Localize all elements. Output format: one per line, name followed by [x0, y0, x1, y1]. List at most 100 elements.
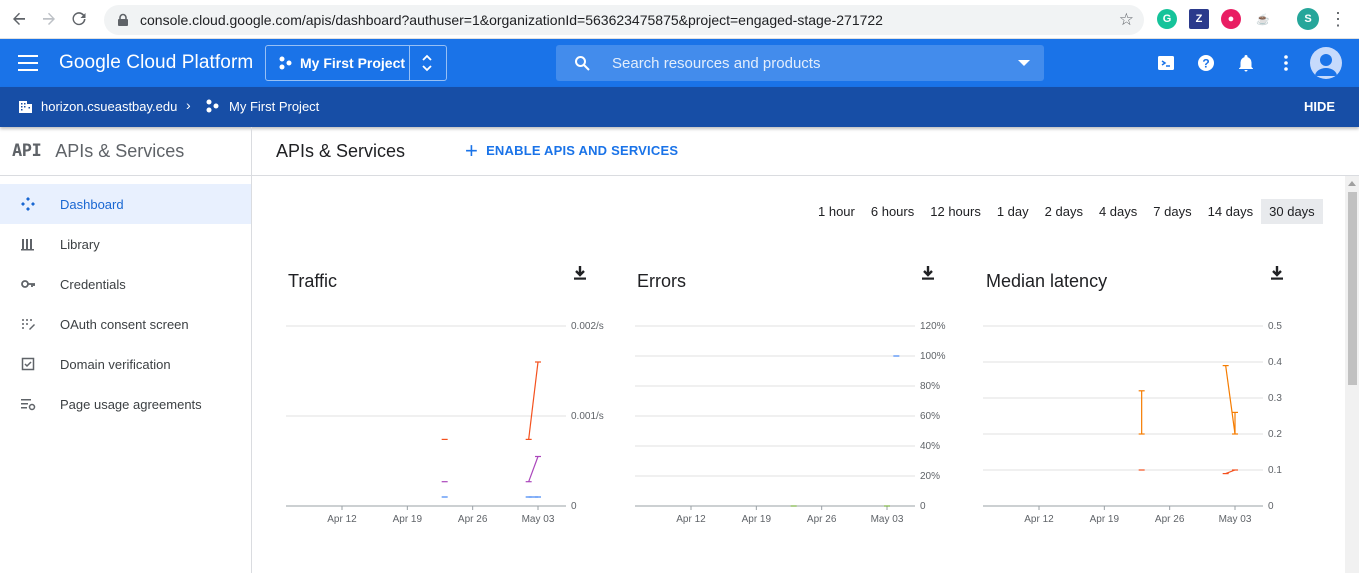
notifications-bell-icon[interactable] [1236, 53, 1256, 73]
bookmark-star-icon[interactable]: ☆ [1119, 10, 1134, 30]
url-text: console.cloud.google.com/apis/dashboard?… [140, 12, 883, 28]
grammarly-extension-icon[interactable]: G [1157, 9, 1177, 29]
x-tick-label: May 03 [1219, 514, 1252, 525]
y-tick-label: 0.3 [1268, 393, 1282, 404]
time-range-selector: 1 hour 6 hours 12 hours 1 day 2 days 4 days 7 … [810, 199, 1323, 224]
sidebar-item-label: Credentials [60, 276, 126, 292]
search-input[interactable] [612, 54, 992, 72]
range-option[interactable]: 30 days [1261, 199, 1323, 224]
sidebar-nav: Dashboard Library Credentials OAuth cons… [0, 184, 251, 424]
traffic-chart: 0.002/s 0.001/s 0 Apr 12 Apr 19 Apr 26 May 03 [286, 316, 616, 536]
x-tick-label: Apr 12 [1024, 514, 1054, 525]
cup-extension-icon[interactable]: ☕ [1253, 9, 1273, 29]
sidebar: API APIs & Services Dashboard Library Cr… [0, 127, 252, 573]
dashboard-icon [21, 197, 35, 211]
enable-apis-button[interactable]: + ENABLE APIS AND SERVICES [465, 139, 678, 161]
project-icon [279, 56, 292, 70]
oauth-icon [22, 319, 35, 330]
hamburger-menu-icon[interactable] [18, 55, 38, 71]
z-extension-icon[interactable]: Z [1189, 9, 1209, 29]
download-icon[interactable] [573, 265, 587, 281]
series-line [1225, 365, 1236, 435]
search-dropdown-icon[interactable] [1018, 60, 1030, 66]
cloud-shell-icon[interactable] [1156, 53, 1176, 73]
breadcrumb-chevron-icon: › [186, 97, 191, 113]
sidebar-item-page-usage[interactable]: Page usage agreements [0, 384, 251, 424]
range-option[interactable]: 6 hours [863, 199, 922, 224]
page-title: APIs & Services [276, 141, 406, 161]
range-option[interactable]: 14 days [1200, 199, 1262, 224]
organization-bar: horizon.csueastbay.edu › My First Projec… [0, 87, 1359, 127]
sidebar-item-label: Dashboard [60, 196, 124, 212]
range-option[interactable]: 4 days [1091, 199, 1145, 224]
sidebar-header: API APIs & Services [0, 127, 251, 176]
address-bar[interactable]: console.cloud.google.com/apis/dashboard?… [104, 5, 1144, 35]
sidebar-item-label: Library [60, 236, 100, 252]
scroll-up-icon[interactable] [1348, 181, 1356, 186]
sidebar-item-domain-verification[interactable]: Domain verification [0, 344, 251, 384]
y-tick-label: 100% [920, 351, 946, 362]
range-option[interactable]: 7 days [1145, 199, 1199, 224]
key-icon [21, 280, 35, 288]
x-tick-label: Apr 19 [1090, 514, 1120, 525]
x-tick-label: May 03 [522, 514, 555, 525]
project-selector-label: My First Project [300, 55, 406, 71]
search-bar[interactable] [556, 45, 1044, 81]
y-tick-label: 0.1 [1268, 465, 1282, 476]
project-selector[interactable]: My First Project [265, 45, 447, 81]
y-tick-label: 40% [920, 441, 940, 452]
sidebar-item-library[interactable]: Library [0, 224, 251, 264]
browser-menu-icon[interactable]: ⋮ [1329, 9, 1347, 30]
x-tick-label: Apr 26 [807, 514, 837, 525]
reload-icon[interactable] [64, 4, 94, 34]
range-option[interactable]: 2 days [1037, 199, 1091, 224]
sidebar-item-credentials[interactable]: Credentials [0, 264, 251, 304]
range-option[interactable]: 1 day [989, 199, 1037, 224]
y-tick-label: 0 [571, 501, 577, 512]
x-tick-label: Apr 19 [393, 514, 423, 525]
breadcrumb-project[interactable]: My First Project [229, 99, 319, 114]
forward-icon[interactable] [34, 4, 64, 34]
y-tick-label: 0.5 [1268, 321, 1282, 332]
x-tick-label: Apr 12 [676, 514, 706, 525]
series-line [1225, 469, 1236, 475]
download-icon[interactable] [1270, 265, 1284, 281]
organization-name[interactable]: horizon.csueastbay.edu [41, 99, 177, 114]
download-icon[interactable] [921, 265, 935, 281]
y-tick-label: 20% [920, 471, 940, 482]
x-tick-label: Apr 26 [458, 514, 488, 525]
range-option[interactable]: 1 hour [810, 199, 863, 224]
hide-button[interactable]: HIDE [1304, 99, 1335, 114]
library-icon [21, 239, 34, 251]
browser-toolbar: console.cloud.google.com/apis/dashboard?… [0, 0, 1359, 39]
profile-avatar[interactable]: S [1297, 8, 1319, 30]
y-tick-label: 80% [920, 381, 940, 392]
sidebar-item-dashboard[interactable]: Dashboard [0, 184, 251, 224]
project-icon [206, 99, 219, 113]
main-header: APIs & Services + ENABLE APIS AND SERVIC… [252, 127, 1359, 176]
back-icon[interactable] [4, 4, 34, 34]
sidebar-item-oauth-consent[interactable]: OAuth consent screen [0, 304, 251, 344]
y-tick-label: 120% [920, 321, 946, 332]
sidebar-title: APIs & Services [55, 140, 185, 161]
x-tick-label: Apr 19 [742, 514, 772, 525]
help-icon[interactable]: ? [1196, 53, 1216, 73]
series-line [528, 456, 539, 482]
traffic-title: Traffic [288, 271, 338, 291]
scrollbar-thumb[interactable] [1348, 192, 1357, 385]
browser-nav [4, 4, 94, 34]
more-options-icon[interactable] [1276, 53, 1296, 73]
checkbox-icon [21, 357, 35, 371]
range-option[interactable]: 12 hours [922, 199, 989, 224]
extension-icon[interactable]: ● [1221, 9, 1241, 29]
scrollbar[interactable] [1345, 176, 1359, 573]
x-tick-label: Apr 12 [327, 514, 357, 525]
account-avatar[interactable] [1310, 47, 1342, 79]
brand-title[interactable]: Google Cloud Platform [59, 52, 253, 74]
median-latency-chart: 0.5 0.4 0.3 0.2 0.1 0 Apr 12 Apr 19 Apr 26 May 03 [983, 316, 1313, 536]
y-tick-label: 60% [920, 411, 940, 422]
svg-text:?: ? [1202, 57, 1209, 71]
divider [409, 46, 410, 80]
errors-title: Errors [637, 271, 686, 291]
search-icon [575, 56, 590, 71]
